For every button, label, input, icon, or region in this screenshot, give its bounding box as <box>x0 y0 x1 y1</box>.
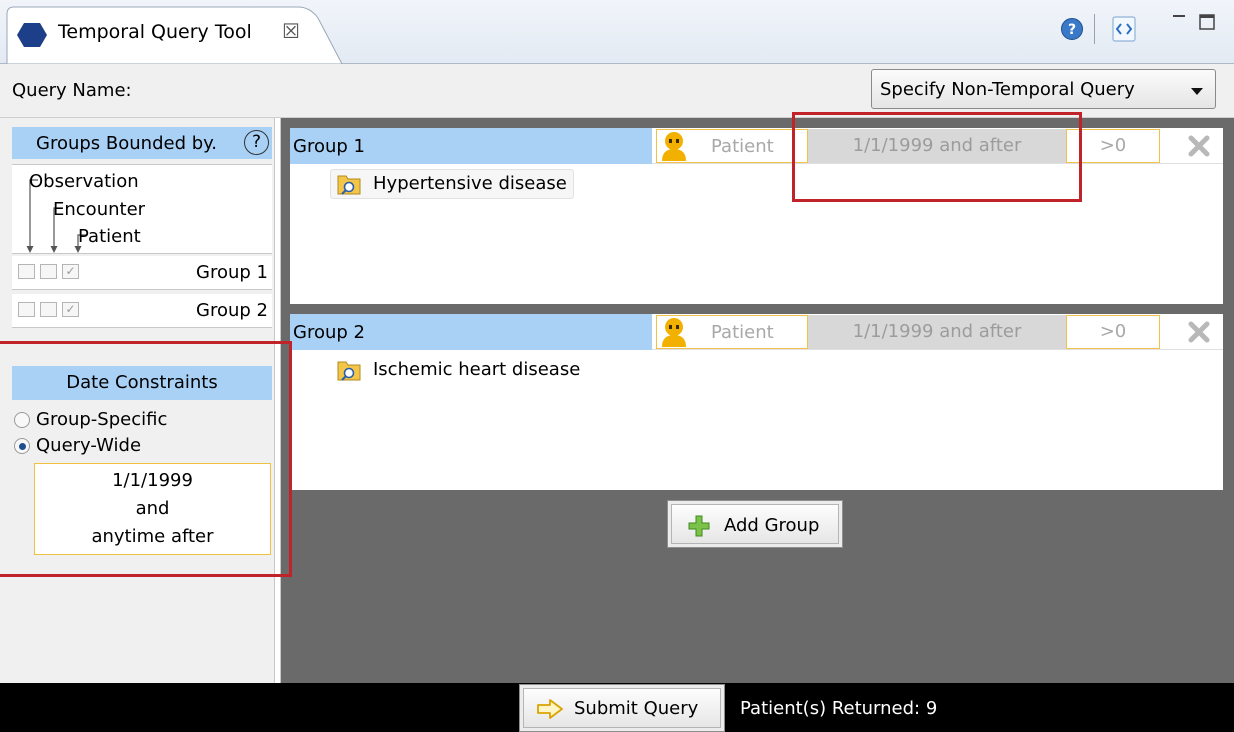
group-panel[interactable]: Group 2 Patient 1/1/1999 and after >0 Is… <box>290 314 1223 490</box>
group-bound-label: Group 2 <box>196 300 268 321</box>
encounter-checkbox[interactable] <box>40 264 57 279</box>
svg-text:?: ? <box>1068 22 1076 38</box>
group-name[interactable]: Group 1 <box>290 128 652 164</box>
date-range-connector: and <box>135 498 170 519</box>
close-icon[interactable]: ☒ <box>282 19 300 43</box>
submit-query-face: Submit Query <box>523 688 721 728</box>
query-type-dropdown[interactable]: Specify Non-Temporal Query <box>871 69 1216 109</box>
toolbar-separator <box>1094 14 1095 44</box>
observation-checkbox[interactable] <box>18 264 35 279</box>
group-header: Group 2 Patient 1/1/1999 and after >0 <box>290 314 1223 350</box>
date-range-start: 1/1/1999 <box>112 470 193 491</box>
submit-query-label: Submit Query <box>574 698 699 719</box>
concept-item[interactable]: Hypertensive disease <box>330 169 574 199</box>
date-range-end: anytime after <box>91 526 214 547</box>
help-icon[interactable]: ? <box>244 130 269 155</box>
date-range-box[interactable]: 1/1/1999 and anytime after <box>34 463 271 555</box>
minimize-icon[interactable] <box>1173 12 1185 32</box>
group-date-range[interactable]: 1/1/1999 and after <box>808 129 1066 163</box>
panel-splitter[interactable] <box>274 118 281 683</box>
arrow-right-icon <box>537 699 563 719</box>
tree-label-observation: Observation <box>29 171 139 192</box>
person-icon <box>662 132 686 161</box>
date-constraints-header: Date Constraints <box>12 366 272 400</box>
concept-label: Ischemic heart disease <box>373 359 581 380</box>
person-icon <box>662 318 686 347</box>
add-group-button[interactable]: Add Group <box>667 500 843 548</box>
query-wide-radio[interactable] <box>14 438 30 454</box>
tree-label-encounter: Encounter <box>53 199 146 220</box>
folder-search-icon <box>337 361 361 381</box>
delete-icon[interactable] <box>1187 320 1211 344</box>
occurrence-count[interactable]: >0 <box>1066 315 1160 349</box>
patients-returned-text: Patient(s) Returned: 9 <box>740 698 938 719</box>
tab-temporal-query-tool[interactable]: Temporal Query Tool ☒ <box>6 6 342 64</box>
group-bound-label: Group 1 <box>196 262 268 283</box>
group-header: Group 1 Patient 1/1/1999 and after >0 <box>290 128 1223 164</box>
maximize-icon[interactable] <box>1199 14 1215 30</box>
query-type-value: Specify Non-Temporal Query <box>880 79 1135 100</box>
query-wide-label[interactable]: Query-Wide <box>36 435 141 456</box>
view-icon[interactable] <box>1110 15 1138 43</box>
group-name[interactable]: Group 2 <box>290 314 652 350</box>
group-bound-row: ✓ Group 1 <box>12 256 272 290</box>
scope-label: Patient <box>711 136 774 157</box>
group-panel[interactable]: Group 1 Patient 1/1/1999 and after >0 Hy… <box>290 128 1223 304</box>
groups-bounded-header: Groups Bounded by. ? <box>12 127 272 159</box>
plus-icon <box>688 515 710 537</box>
group-specific-radio[interactable] <box>14 412 30 428</box>
tab-title: Temporal Query Tool <box>58 21 252 43</box>
hexagon-icon <box>17 23 47 47</box>
delete-icon[interactable] <box>1187 134 1211 158</box>
encounter-checkbox[interactable] <box>40 302 57 317</box>
patient-checkbox[interactable]: ✓ <box>62 264 79 279</box>
patient-checkbox[interactable]: ✓ <box>62 302 79 317</box>
groups-bounded-title: Groups Bounded by. <box>36 133 217 154</box>
add-group-face: Add Group <box>671 504 839 544</box>
add-group-label: Add Group <box>724 515 820 536</box>
chevron-down-icon <box>1191 88 1203 95</box>
scope-label: Patient <box>711 322 774 343</box>
concept-label: Hypertensive disease <box>373 173 567 194</box>
scope-selector[interactable]: Patient <box>656 129 808 163</box>
occurrence-count[interactable]: >0 <box>1066 129 1160 163</box>
query-name-label: Query Name: <box>12 80 132 101</box>
group-bound-row: ✓ Group 2 <box>12 294 272 328</box>
group-date-range[interactable]: 1/1/1999 and after <box>808 315 1066 349</box>
help-icon[interactable]: ? <box>1060 17 1084 41</box>
concept-item[interactable]: Ischemic heart disease <box>330 355 588 385</box>
tree-label-patient: Patient <box>78 226 141 247</box>
submit-query-button[interactable]: Submit Query <box>519 684 725 732</box>
group-specific-label[interactable]: Group-Specific <box>36 409 167 430</box>
observation-checkbox[interactable] <box>18 302 35 317</box>
scope-selector[interactable]: Patient <box>656 315 808 349</box>
folder-search-icon <box>337 175 361 195</box>
